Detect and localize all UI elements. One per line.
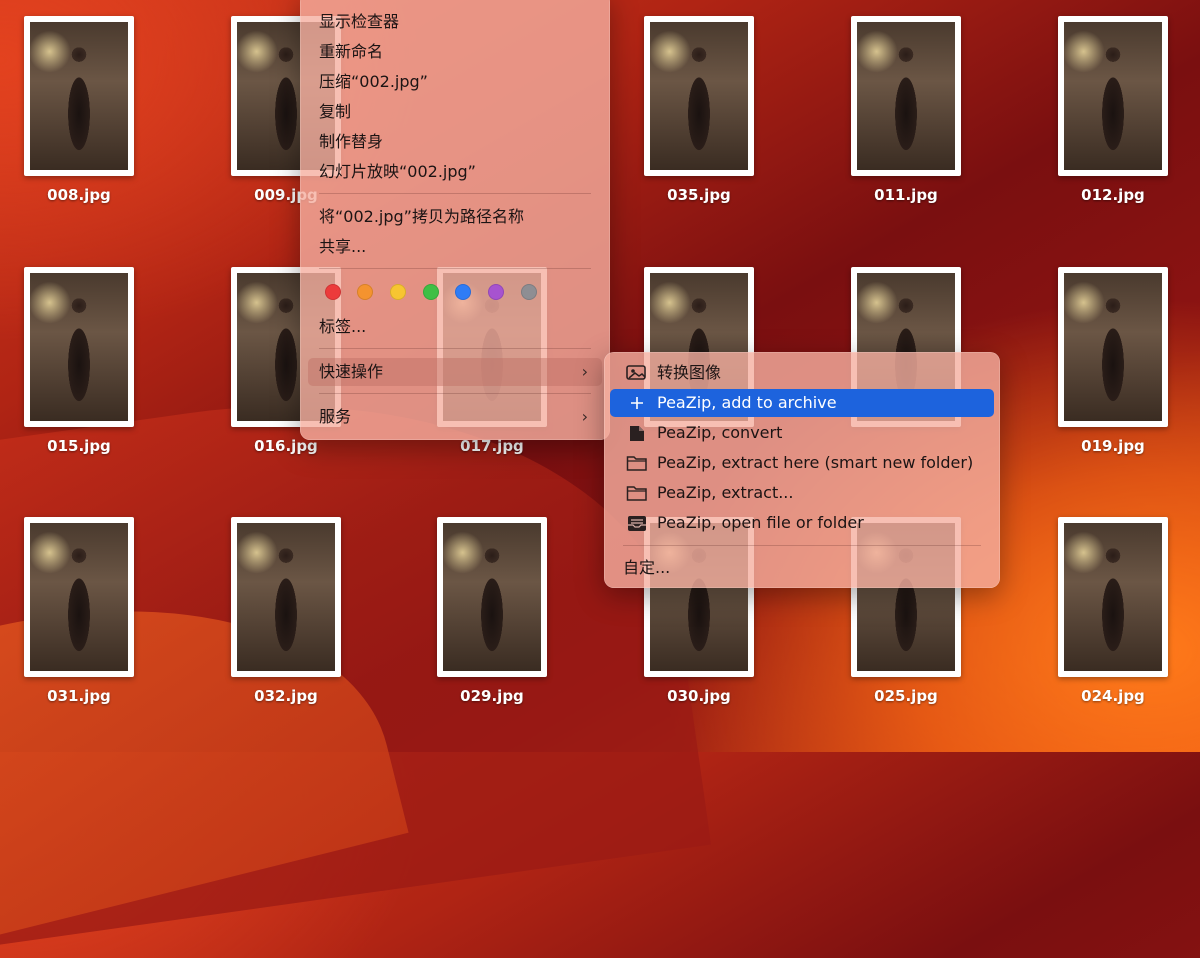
file-thumbnail[interactable]: [24, 267, 134, 427]
menu-item-copy-path[interactable]: 将“002.jpg”拷贝为路径名称: [308, 203, 602, 231]
menu-item-compress[interactable]: 压缩“002.jpg”: [308, 68, 602, 96]
file-name: 011.jpg: [874, 186, 938, 204]
file-name: 031.jpg: [47, 687, 111, 705]
file-name: 024.jpg: [1081, 687, 1145, 705]
tag-color-orange[interactable]: [357, 284, 373, 300]
chevron-right-icon: ›: [581, 362, 588, 381]
chevron-right-icon: ›: [581, 407, 588, 426]
file-item[interactable]: 015.jpg: [0, 251, 169, 477]
file-thumbnail[interactable]: [851, 16, 961, 176]
file-item[interactable]: 031.jpg: [0, 501, 169, 727]
menu-divider: [319, 393, 591, 394]
menu-item-slideshow[interactable]: 幻灯片放映“002.jpg”: [308, 158, 602, 186]
menu-item-label: 服务: [319, 407, 352, 426]
file-name: 035.jpg: [667, 186, 731, 204]
quick-action-peazip-convert[interactable]: PeaZip, convert: [610, 419, 994, 447]
quick-action-label: 转换图像: [657, 363, 722, 382]
quick-actions-submenu: 转换图像 PeaZip, add to archive PeaZip, conv…: [604, 352, 1000, 588]
quick-action-peazip-extract-here[interactable]: PeaZip, extract here (smart new folder): [610, 449, 994, 477]
file-name: 029.jpg: [460, 687, 524, 705]
menu-item-tags[interactable]: 标签...: [308, 313, 602, 341]
file-name: 032.jpg: [254, 687, 318, 705]
quick-action-convert-image[interactable]: 转换图像: [610, 359, 994, 387]
tray-icon: [628, 516, 646, 531]
document-icon: [630, 426, 644, 441]
quick-action-label: PeaZip, extract...: [657, 483, 794, 502]
file-item[interactable]: 008.jpg: [0, 0, 169, 226]
file-name: 030.jpg: [667, 687, 731, 705]
menu-divider: [319, 268, 591, 269]
file-thumbnail[interactable]: [231, 517, 341, 677]
folder-icon: [626, 486, 647, 501]
file-thumbnail[interactable]: [437, 517, 547, 677]
quick-action-customize[interactable]: 自定...: [610, 554, 994, 582]
file-thumbnail[interactable]: [24, 517, 134, 677]
tag-color-purple[interactable]: [488, 284, 504, 300]
file-name: 025.jpg: [874, 687, 938, 705]
file-thumbnail[interactable]: [1058, 517, 1168, 677]
quick-action-peazip-extract[interactable]: PeaZip, extract...: [610, 479, 994, 507]
menu-item-make-alias[interactable]: 制作替身: [308, 128, 602, 156]
menu-item-show-inspector[interactable]: 显示检查器: [308, 8, 602, 36]
file-item[interactable]: 012.jpg: [1023, 0, 1200, 226]
menu-divider: [319, 348, 591, 349]
file-item[interactable]: 029.jpg: [402, 501, 582, 727]
convert-image-icon: [626, 365, 646, 380]
file-name: 008.jpg: [47, 186, 111, 204]
file-name: 012.jpg: [1081, 186, 1145, 204]
context-menu: 显示检查器 重新命名 压缩“002.jpg” 复制 制作替身 幻灯片放映“002…: [300, 0, 610, 440]
menu-divider: [319, 193, 591, 194]
file-item[interactable]: 011.jpg: [816, 0, 996, 226]
file-item[interactable]: 024.jpg: [1023, 501, 1200, 727]
quick-action-label: PeaZip, open file or folder: [657, 513, 864, 532]
menu-item-services[interactable]: 服务 ›: [308, 403, 602, 431]
file-thumbnail[interactable]: [1058, 16, 1168, 176]
tag-color-blue[interactable]: [455, 284, 471, 300]
quick-action-label: PeaZip, add to archive: [657, 393, 837, 412]
quick-action-label: PeaZip, extract here (smart new folder): [657, 453, 974, 472]
folder-icon: [626, 456, 647, 471]
menu-item-duplicate[interactable]: 复制: [308, 98, 602, 126]
file-item[interactable]: 035.jpg: [609, 0, 789, 226]
file-item[interactable]: 019.jpg: [1023, 251, 1200, 477]
menu-item-rename[interactable]: 重新命名: [308, 38, 602, 66]
menu-item-quick-actions[interactable]: 快速操作 ›: [308, 358, 602, 386]
menu-item-label: 快速操作: [319, 362, 384, 381]
file-thumbnail[interactable]: [24, 16, 134, 176]
quick-action-peazip-add-to-archive[interactable]: PeaZip, add to archive: [610, 389, 994, 417]
tag-color-yellow[interactable]: [390, 284, 406, 300]
file-name: 019.jpg: [1081, 437, 1145, 455]
tag-color-gray[interactable]: [521, 284, 537, 300]
file-item[interactable]: 032.jpg: [196, 501, 376, 727]
tag-color-green[interactable]: [423, 284, 439, 300]
quick-action-label: PeaZip, convert: [657, 423, 783, 442]
menu-item-share[interactable]: 共享...: [308, 233, 602, 261]
tag-color-red[interactable]: [325, 284, 341, 300]
file-name: 015.jpg: [47, 437, 111, 455]
file-thumbnail[interactable]: [644, 16, 754, 176]
menu-divider: [623, 545, 981, 546]
quick-action-peazip-open[interactable]: PeaZip, open file or folder: [610, 509, 994, 537]
plus-icon: [631, 397, 643, 409]
file-thumbnail[interactable]: [1058, 267, 1168, 427]
